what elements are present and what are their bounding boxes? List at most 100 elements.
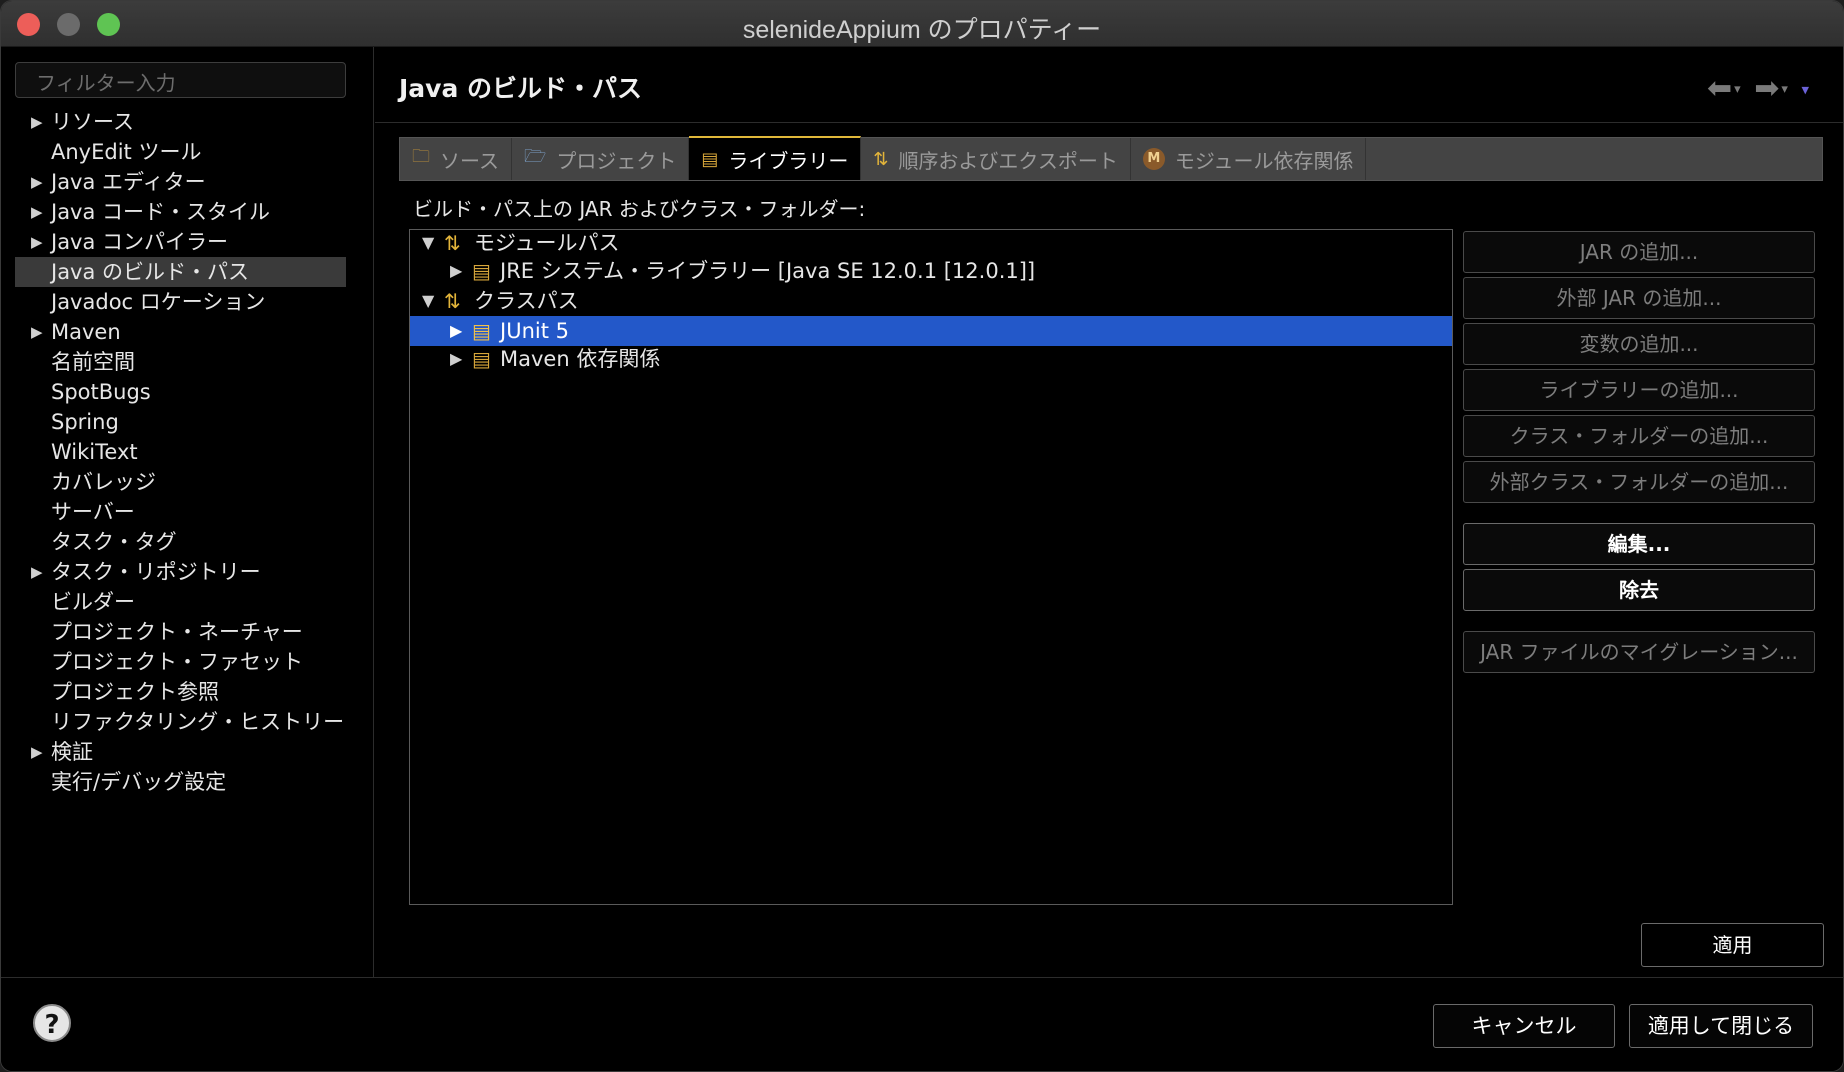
sidebar-item-project-references[interactable]: プロジェクト参照 <box>15 677 346 707</box>
view-menu-icon[interactable]: ▾ <box>1801 81 1811 99</box>
tree-row-classpath[interactable]: ▼ ⇅ クラスパス <box>410 286 1452 316</box>
add-library-button[interactable]: ライブラリーの追加... <box>1463 369 1815 411</box>
sidebar-item-spring[interactable]: Spring <box>15 407 346 437</box>
tab-label: プロジェクト <box>556 148 677 173</box>
cancel-button[interactable]: キャンセル <box>1433 1004 1615 1048</box>
tree-label: Maven 依存関係 <box>500 347 661 371</box>
sidebar-item-label: タスク・タグ <box>51 530 177 554</box>
sidebar-item-java-code-style[interactable]: ▶ Java コード・スタイル <box>15 197 346 227</box>
sidebar-item-coverage[interactable]: カバレッジ <box>15 467 346 497</box>
sidebar-item-task-tags[interactable]: タスク・タグ <box>15 527 346 557</box>
back-dropdown-icon[interactable]: ▾ <box>1734 82 1743 97</box>
add-external-jar-button[interactable]: 外部 JAR の追加... <box>1463 277 1815 319</box>
sidebar-item-anyedit[interactable]: AnyEdit ツール <box>15 137 346 167</box>
sidebar-item-server[interactable]: サーバー <box>15 497 346 527</box>
collapse-arrow-icon[interactable]: ▼ <box>422 286 434 316</box>
collapse-arrow-icon[interactable]: ▼ <box>422 228 434 258</box>
tab-libraries[interactable]: ▤ ライブラリー <box>689 136 862 180</box>
sidebar-item-label: SpotBugs <box>51 380 151 404</box>
history-navigation: ⬅▾ ➡▾ ▾ <box>1707 71 1811 106</box>
forward-dropdown-icon[interactable]: ▾ <box>1781 82 1790 97</box>
tree-row-maven-dependencies[interactable]: ▶ ▤ Maven 依存関係 <box>410 344 1452 374</box>
add-jar-button[interactable]: JAR の追加... <box>1463 231 1815 273</box>
back-arrow-icon[interactable]: ⬅ <box>1707 71 1734 106</box>
tab-projects[interactable]: 🗁 プロジェクト <box>512 138 690 180</box>
expand-arrow-icon[interactable]: ▶ <box>31 317 43 347</box>
sidebar-item-java-editor[interactable]: ▶ Java エディター <box>15 167 346 197</box>
sidebar-item-project-natures[interactable]: プロジェクト・ネーチャー <box>15 617 346 647</box>
section-label: ビルド・パス上の JAR およびクラス・フォルダー: <box>413 197 866 221</box>
tree-row-junit5[interactable]: ▶ ▤ JUnit 5 <box>410 316 1452 346</box>
library-icon: ▤ <box>472 259 491 283</box>
add-variable-button[interactable]: 変数の追加... <box>1463 323 1815 365</box>
sidebar-item-wikitext[interactable]: WikiText <box>15 437 346 467</box>
tab-label: 順序およびエクスポート <box>898 148 1118 173</box>
sidebar-item-namespace[interactable]: 名前空間 <box>15 347 346 377</box>
tab-label: モジュール依存関係 <box>1174 148 1354 173</box>
order-export-icon: ⇅ <box>873 148 889 170</box>
window-title: selenideAppium のプロパティー <box>742 16 1102 44</box>
expand-arrow-icon[interactable]: ▶ <box>450 256 462 286</box>
sidebar-item-spotbugs[interactable]: SpotBugs <box>15 377 346 407</box>
sidebar-item-java-compiler[interactable]: ▶ Java コンパイラー <box>15 227 346 257</box>
sidebar-item-label: Java コード・スタイル <box>51 200 271 224</box>
tab-module-dependencies[interactable]: M モジュール依存関係 <box>1131 138 1367 180</box>
properties-window: selenideAppium のプロパティー フィルター入力 ▶ リソース Any… <box>0 0 1844 1072</box>
sidebar-item-label: WikiText <box>51 440 138 464</box>
sidebar-item-label: Maven <box>51 320 121 344</box>
edit-button[interactable]: 編集... <box>1463 523 1815 565</box>
tab-source[interactable]: 🗀 ソース <box>400 138 512 180</box>
sidebar-item-javadoc-location[interactable]: Javadoc ロケーション <box>15 287 346 317</box>
forward-arrow-icon[interactable]: ➡ <box>1754 71 1781 106</box>
sidebar-item-label: タスク・リポジトリー <box>51 560 261 584</box>
expand-arrow-icon[interactable]: ▶ <box>31 107 43 137</box>
expand-arrow-icon[interactable]: ▶ <box>450 316 462 346</box>
tab-label: ソース <box>440 148 499 173</box>
sidebar-item-run-debug-settings[interactable]: 実行/デバッグ設定 <box>15 767 346 797</box>
remove-button[interactable]: 除去 <box>1463 569 1815 611</box>
library-icon: ▤ <box>472 319 491 343</box>
apply-and-close-button[interactable]: 適用して閉じる <box>1629 1004 1813 1048</box>
sidebar: フィルター入力 ▶ リソース AnyEdit ツール ▶ Java エディター ▶ J… <box>1 47 374 977</box>
sidebar-item-resource[interactable]: ▶ リソース <box>15 107 346 137</box>
sidebar-item-java-build-path[interactable]: Java のビルド・パス <box>15 257 346 287</box>
sidebar-item-label: プロジェクト・ファセット <box>51 650 303 674</box>
module-icon: M <box>1142 148 1165 170</box>
sidebar-item-label: AnyEdit ツール <box>51 140 202 164</box>
expand-arrow-icon[interactable]: ▶ <box>31 197 43 227</box>
sidebar-item-label: ビルダー <box>51 590 135 614</box>
sidebar-item-builders[interactable]: ビルダー <box>15 587 346 617</box>
sidebar-item-label: Javadoc ロケーション <box>51 290 266 314</box>
tree-row-module-path[interactable]: ▼ ⇅ モジュールパス <box>410 228 1452 258</box>
sidebar-item-label: プロジェクト・ネーチャー <box>51 620 303 644</box>
sidebar-item-task-repository[interactable]: ▶ タスク・リポジトリー <box>15 557 346 587</box>
filter-input[interactable]: フィルター入力 <box>15 62 346 98</box>
tab-bar: 🗀 ソース 🗁 プロジェクト ▤ ライブラリー ⇅ 順序およびエクスポート M … <box>399 136 1823 181</box>
sidebar-item-label: プロジェクト参照 <box>51 680 219 704</box>
build-path-tree[interactable]: ▼ ⇅ モジュールパス ▶ ▤ JRE システム・ライブラリー [Java SE… <box>409 229 1453 905</box>
tree-label: クラスパス <box>474 289 579 313</box>
tab-order-export[interactable]: ⇅ 順序およびエクスポート <box>861 138 1131 180</box>
expand-arrow-icon[interactable]: ▶ <box>31 167 43 197</box>
tree-row-jre[interactable]: ▶ ▤ JRE システム・ライブラリー [Java SE 12.0.1 [12.… <box>410 256 1452 286</box>
migrate-jar-button[interactable]: JAR ファイルのマイグレーション... <box>1463 631 1815 673</box>
tree-label: JRE システム・ライブラリー [Java SE 12.0.1 [12.0.1]… <box>500 259 1036 283</box>
header-divider <box>375 122 1843 123</box>
help-icon[interactable]: ? <box>33 1004 71 1042</box>
sidebar-item-label: サーバー <box>51 500 135 524</box>
sidebar-item-maven[interactable]: ▶ Maven <box>15 317 346 347</box>
sidebar-item-label: 実行/デバッグ設定 <box>51 770 227 794</box>
apply-button[interactable]: 適用 <box>1641 923 1824 967</box>
expand-arrow-icon[interactable]: ▶ <box>31 557 43 587</box>
sidebar-item-label: Java エディター <box>51 170 206 194</box>
path-icon: ⇅ <box>444 289 461 313</box>
sidebar-item-refactoring-history[interactable]: リファクタリング・ヒストリー <box>15 707 346 737</box>
expand-arrow-icon[interactable]: ▶ <box>31 737 43 767</box>
expand-arrow-icon[interactable]: ▶ <box>31 227 43 257</box>
page-title: Java のビルド・パス <box>399 74 643 103</box>
add-class-folder-button[interactable]: クラス・フォルダーの追加... <box>1463 415 1815 457</box>
add-external-class-folder-button[interactable]: 外部クラス・フォルダーの追加... <box>1463 461 1815 503</box>
sidebar-item-project-facets[interactable]: プロジェクト・ファセット <box>15 647 346 677</box>
expand-arrow-icon[interactable]: ▶ <box>450 344 462 374</box>
sidebar-item-validation[interactable]: ▶ 検証 <box>15 737 346 767</box>
